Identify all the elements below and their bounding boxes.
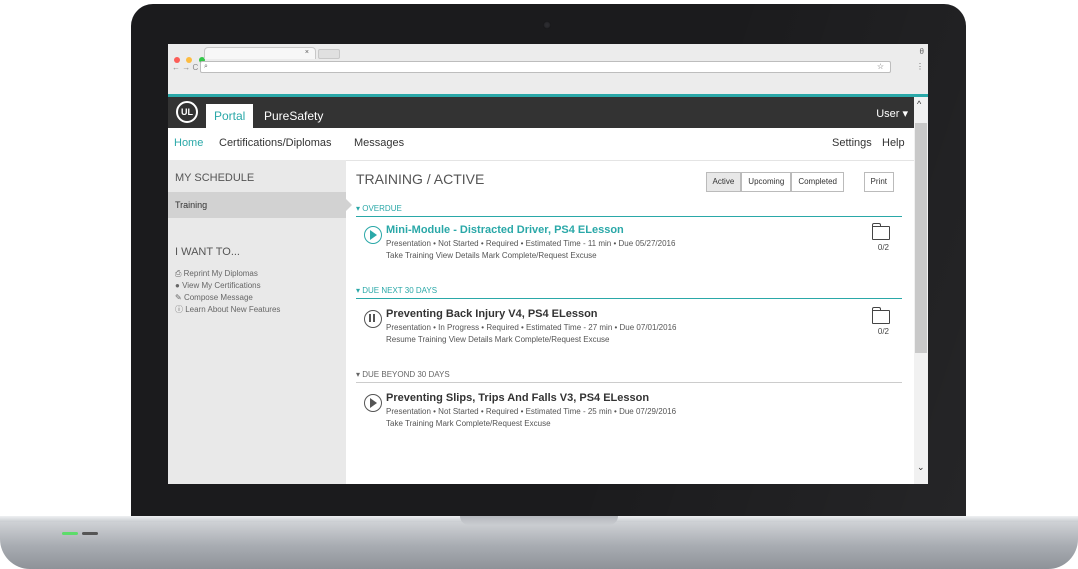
- section-due-next-30[interactable]: ▾ DUE NEXT 30 DAYS: [356, 286, 437, 295]
- camera: [543, 21, 551, 29]
- filter-tabs: Active Upcoming Completed: [705, 172, 844, 192]
- scrollbar[interactable]: ^ ⌄: [914, 97, 928, 484]
- training-meta: Presentation • In Progress • Required • …: [386, 323, 677, 332]
- new-tab-button[interactable]: [318, 49, 340, 59]
- ul-logo-icon: UL: [176, 101, 198, 123]
- tab-close-icon[interactable]: ×: [305, 49, 309, 56]
- sidebar: MY SCHEDULE Training I WANT TO... ⎙ Repr…: [168, 160, 352, 484]
- address-bar[interactable]: ⌕: [200, 61, 891, 73]
- main-content: TRAINING / ACTIVE Active Upcoming Comple…: [354, 160, 906, 484]
- nav-certifications[interactable]: Certifications/Diplomas: [219, 137, 331, 149]
- section-divider: [356, 216, 902, 217]
- print-button[interactable]: Print: [863, 172, 894, 192]
- nav-help[interactable]: Help: [882, 137, 905, 149]
- training-actions[interactable]: Take Training View Details Mark Complete…: [386, 251, 597, 260]
- pencil-icon: ✎: [175, 293, 182, 302]
- attachment-count: 0/2: [877, 327, 889, 336]
- account-icon[interactable]: θ: [920, 47, 924, 56]
- app-header: UL Portal PureSafety User ▾: [168, 97, 914, 128]
- browser-menu-icon[interactable]: ⋮: [916, 62, 924, 71]
- reprint-diplomas-link[interactable]: ⎙ Reprint My Diplomas: [175, 268, 280, 280]
- learn-features-link[interactable]: ⓘ Learn About New Features: [175, 304, 280, 316]
- info-icon: ⓘ: [175, 305, 183, 314]
- status-led: [82, 532, 98, 535]
- compose-message-link[interactable]: ✎ Compose Message: [175, 292, 280, 304]
- sidebar-item-label: Training: [175, 200, 208, 210]
- nav-settings[interactable]: Settings: [832, 137, 872, 149]
- training-meta: Presentation • Not Started • Required • …: [386, 407, 677, 416]
- training-title[interactable]: Preventing Slips, Trips And Falls V3, PS…: [386, 392, 649, 404]
- section-divider: [356, 382, 902, 383]
- browser-chrome: × ← → C ⌕ ☆ ⋮ θ: [168, 44, 928, 95]
- bookmark-star-icon[interactable]: ☆: [877, 62, 884, 71]
- folder-icon[interactable]: [871, 223, 890, 240]
- laptop-notch: [460, 516, 618, 525]
- active-indicator: [346, 199, 352, 211]
- section-divider: [356, 298, 902, 299]
- i-want-to-heading: I WANT TO...: [175, 246, 240, 258]
- folder-icon[interactable]: [871, 307, 890, 324]
- tab-upcoming[interactable]: Upcoming: [741, 172, 792, 192]
- nav-buttons[interactable]: ← → C: [172, 63, 198, 72]
- play-icon[interactable]: [364, 226, 382, 244]
- user-menu[interactable]: User ▾: [876, 107, 908, 120]
- browser-tab[interactable]: ×: [204, 47, 316, 59]
- view-certifications-link[interactable]: ● View My Certifications: [175, 280, 280, 292]
- quick-links: ⎙ Reprint My Diplomas ● View My Certific…: [175, 268, 280, 316]
- nav-home[interactable]: Home: [174, 137, 203, 149]
- training-actions[interactable]: Take Training Mark Complete/Request Excu…: [386, 419, 551, 428]
- printer-icon: ⎙: [175, 269, 182, 278]
- tab-active[interactable]: Active: [705, 172, 742, 192]
- bullet-icon: ●: [175, 281, 180, 290]
- sub-nav: Home Certifications/Diplomas Messages Se…: [168, 128, 914, 161]
- tab-completed[interactable]: Completed: [791, 172, 844, 192]
- section-due-beyond-30[interactable]: ▾ DUE BEYOND 30 DAYS: [356, 370, 450, 379]
- screen: × ← → C ⌕ ☆ ⋮ θ UL Portal PureSafety Use…: [168, 44, 928, 484]
- training-title[interactable]: Mini-Module - Distracted Driver, PS4 ELe…: [386, 224, 624, 236]
- search-icon: ⌕: [204, 63, 208, 70]
- page-title: TRAINING / ACTIVE: [356, 171, 485, 187]
- nav-messages[interactable]: Messages: [354, 137, 404, 149]
- puresafety-tab[interactable]: PureSafety: [264, 104, 323, 128]
- sidebar-item-training[interactable]: Training: [168, 192, 352, 218]
- sidebar-title: MY SCHEDULE: [175, 172, 255, 184]
- power-led: [62, 532, 78, 535]
- training-title[interactable]: Preventing Back Injury V4, PS4 ELesson: [386, 308, 598, 320]
- training-actions[interactable]: Resume Training View Details Mark Comple…: [386, 335, 610, 344]
- scroll-down-icon[interactable]: ⌄: [917, 462, 925, 473]
- resume-icon[interactable]: [364, 310, 382, 328]
- scroll-thumb[interactable]: [915, 123, 927, 353]
- scroll-up-icon[interactable]: ^: [917, 99, 921, 109]
- play-icon[interactable]: [364, 394, 382, 412]
- attachment-count: 0/2: [877, 243, 889, 252]
- training-meta: Presentation • Not Started • Required • …: [386, 239, 676, 248]
- section-overdue[interactable]: ▾ OVERDUE: [356, 204, 402, 213]
- portal-tab[interactable]: Portal: [206, 104, 254, 128]
